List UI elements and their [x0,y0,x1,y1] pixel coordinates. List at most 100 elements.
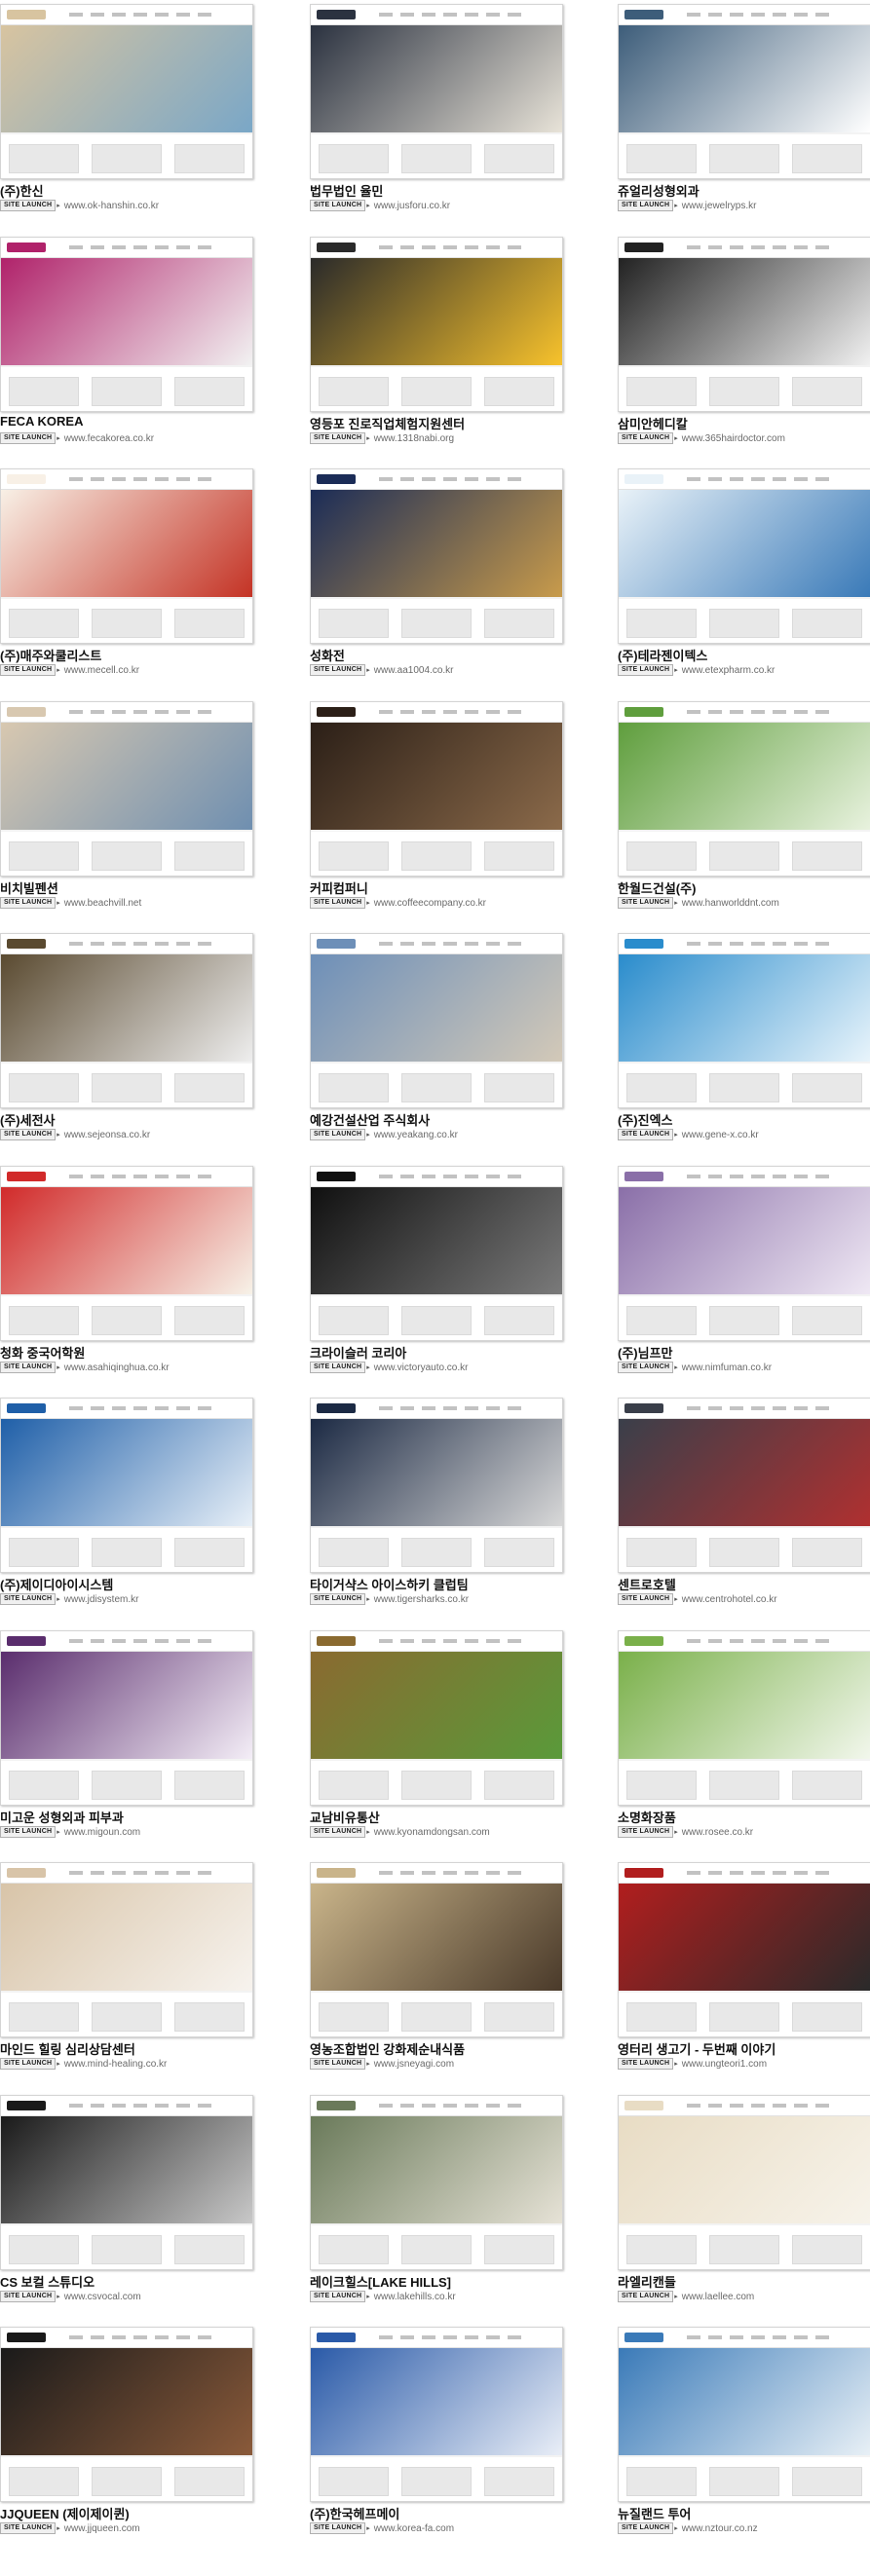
portfolio-card[interactable]: 소명화장품 SITE LAUNCH ▸ www.rosee.co.kr [618,1630,870,1864]
site-launch-badge[interactable]: SITE LAUNCH [618,1129,674,1140]
site-thumbnail[interactable] [0,2095,253,2270]
portfolio-card[interactable]: FECA KOREA SITE LAUNCH ▸ www.fecakorea.co.k… [0,237,253,470]
site-url[interactable]: www.nimfuman.co.kr [682,1363,772,1373]
portfolio-card[interactable]: 예강건설산업 주식회사 SITE LAUNCH ▸ www.yeakang.co.kr [310,933,563,1167]
site-url[interactable]: www.lakehills.co.kr [374,2292,456,2302]
portfolio-card[interactable]: 한월드건설(주) SITE LAUNCH ▸ www.hanworlddnt.com [618,701,870,935]
portfolio-card[interactable]: 교남비유통산 SITE LAUNCH ▸ www.kyonamdongsan.com [310,1630,563,1864]
site-launch-badge[interactable]: SITE LAUNCH [310,200,366,211]
site-url[interactable]: www.jdisystem.kr [64,1594,139,1605]
site-thumbnail[interactable] [618,701,870,877]
site-url[interactable]: www.nztour.co.nz [682,2523,758,2534]
portfolio-card[interactable]: 영농조합법인 강화제순내식품 SITE LAUNCH ▸ www.jsneyagi.c… [310,1862,563,2096]
site-title[interactable]: 삼미안헤디칼 [618,414,869,432]
site-launch-badge[interactable]: SITE LAUNCH [0,897,57,909]
site-launch-badge[interactable]: SITE LAUNCH [618,2291,674,2302]
site-thumbnail[interactable] [0,1862,253,2037]
site-launch-badge[interactable]: SITE LAUNCH [310,1826,366,1838]
portfolio-card[interactable]: 성화전 SITE LAUNCH ▸ www.aa1004.co.kr [310,468,563,702]
site-url[interactable]: www.rosee.co.kr [682,1827,753,1838]
site-launch-badge[interactable]: SITE LAUNCH [618,1826,674,1838]
portfolio-card[interactable]: 미고운 성형외과 피부과 SITE LAUNCH ▸ www.migoun.com [0,1630,253,1864]
site-launch-badge[interactable]: SITE LAUNCH [618,664,674,676]
site-thumbnail[interactable] [310,1630,563,1806]
site-thumbnail[interactable] [618,1630,870,1806]
portfolio-card[interactable]: 쥬얼리성형외과 SITE LAUNCH ▸ www.jewelryps.kr [618,4,870,238]
site-thumbnail[interactable] [310,2327,563,2502]
portfolio-card[interactable]: 청화 중국어학원 SITE LAUNCH ▸ www.asahiqinghua.co.… [0,1166,253,1400]
site-title[interactable]: (주)제이디아이시스템 [0,1575,251,1593]
portfolio-card[interactable]: JJQUEEN (제이제이퀸) SITE LAUNCH ▸ www.jjqueen.c… [0,2327,253,2560]
site-title[interactable]: (주)매주와쿨리스트 [0,646,251,664]
site-title[interactable]: JJQUEEN (제이제이퀸) [0,2504,251,2522]
site-url[interactable]: www.csvocal.com [64,2292,141,2302]
site-title[interactable]: 영농조합법인 강화제순내식품 [310,2039,561,2058]
site-launch-badge[interactable]: SITE LAUNCH [0,1362,57,1373]
site-thumbnail[interactable] [0,1630,253,1806]
site-launch-badge[interactable]: SITE LAUNCH [0,432,57,444]
site-launch-badge[interactable]: SITE LAUNCH [310,897,366,909]
portfolio-card[interactable]: 마인드 힐링 심리상담센터 SITE LAUNCH ▸ www.mind-healin… [0,1862,253,2096]
site-launch-badge[interactable]: SITE LAUNCH [310,1129,366,1140]
site-launch-badge[interactable]: SITE LAUNCH [310,1593,366,1605]
site-launch-badge[interactable]: SITE LAUNCH [0,200,57,211]
site-launch-badge[interactable]: SITE LAUNCH [618,2522,674,2534]
site-thumbnail[interactable] [618,1862,870,2037]
site-title[interactable]: 성화전 [310,646,561,664]
portfolio-card[interactable]: (주)진엑스 SITE LAUNCH ▸ www.gene-x.co.kr [618,933,870,1167]
site-title[interactable]: 라엘리캔들 [618,2272,869,2291]
portfolio-card[interactable]: 커피컴퍼니 SITE LAUNCH ▸ www.coffeecompany.co.kr [310,701,563,935]
site-title[interactable]: 뉴질랜드 투어 [618,2504,869,2522]
site-launch-badge[interactable]: SITE LAUNCH [310,432,366,444]
site-launch-badge[interactable]: SITE LAUNCH [310,1362,366,1373]
site-title[interactable]: 크라이슬러 코리아 [310,1343,561,1362]
site-title[interactable]: FECA KOREA [0,414,251,429]
portfolio-card[interactable]: CS 보컬 스튜디오 SITE LAUNCH ▸ www.csvocal.com [0,2095,253,2329]
site-thumbnail[interactable] [0,933,253,1108]
site-url[interactable]: www.1318nabi.org [374,433,454,444]
portfolio-card[interactable]: 라엘리캔들 SITE LAUNCH ▸ www.laellee.com [618,2095,870,2329]
site-title[interactable]: 비치빌펜션 [0,878,251,897]
site-url[interactable]: www.sejeonsa.co.kr [64,1130,150,1140]
portfolio-card[interactable]: (주)테라젠이텍스 SITE LAUNCH ▸ www.etexpharm.co.kr [618,468,870,702]
portfolio-card[interactable]: 크라이슬러 코리아 SITE LAUNCH ▸ www.victoryauto.co.… [310,1166,563,1400]
site-thumbnail[interactable] [618,468,870,644]
site-url[interactable]: www.tigersharks.co.kr [374,1594,469,1605]
site-thumbnail[interactable] [0,1398,253,1573]
site-url[interactable]: www.mind-healing.co.kr [64,2059,168,2070]
site-title[interactable]: 영등포 진로직업체험지원센터 [310,414,561,432]
site-title[interactable]: 영터리 생고기 - 두번째 이야기 [618,2039,869,2058]
site-title[interactable]: (주)님프만 [618,1343,869,1362]
site-title[interactable]: (주)한국헤프메이 [310,2504,561,2522]
site-launch-badge[interactable]: SITE LAUNCH [618,2058,674,2070]
site-thumbnail[interactable] [0,1166,253,1341]
site-title[interactable]: 센트로호텔 [618,1575,869,1593]
site-url[interactable]: www.korea-fa.com [374,2523,454,2534]
site-launch-badge[interactable]: SITE LAUNCH [618,200,674,211]
site-launch-badge[interactable]: SITE LAUNCH [0,1129,57,1140]
site-title[interactable]: 미고운 성형외과 피부과 [0,1808,251,1826]
site-thumbnail[interactable] [618,1398,870,1573]
site-launch-badge[interactable]: SITE LAUNCH [0,664,57,676]
site-url[interactable]: www.ok-hanshin.co.kr [64,201,159,211]
site-thumbnail[interactable] [310,237,563,412]
site-thumbnail[interactable] [618,2327,870,2502]
portfolio-card[interactable]: 비치빌펜션 SITE LAUNCH ▸ www.beachvill.net [0,701,253,935]
site-title[interactable]: 청화 중국어학원 [0,1343,251,1362]
site-title[interactable]: 예강건설산업 주식회사 [310,1110,561,1129]
site-url[interactable]: www.gene-x.co.kr [682,1130,759,1140]
site-thumbnail[interactable] [310,701,563,877]
site-url[interactable]: www.victoryauto.co.kr [374,1363,469,1373]
site-thumbnail[interactable] [310,4,563,179]
site-url[interactable]: www.ungteori1.com [682,2059,767,2070]
site-thumbnail[interactable] [310,1862,563,2037]
portfolio-card[interactable]: (주)님프만 SITE LAUNCH ▸ www.nimfuman.co.kr [618,1166,870,1400]
site-thumbnail[interactable] [618,1166,870,1341]
site-title[interactable]: (주)테라젠이텍스 [618,646,869,664]
site-url[interactable]: www.asahiqinghua.co.kr [64,1363,170,1373]
site-launch-badge[interactable]: SITE LAUNCH [0,1826,57,1838]
site-title[interactable]: 마인드 힐링 심리상담센터 [0,2039,251,2058]
site-title[interactable]: (주)한신 [0,181,251,200]
site-thumbnail[interactable] [0,237,253,412]
site-title[interactable]: CS 보컬 스튜디오 [0,2272,251,2291]
